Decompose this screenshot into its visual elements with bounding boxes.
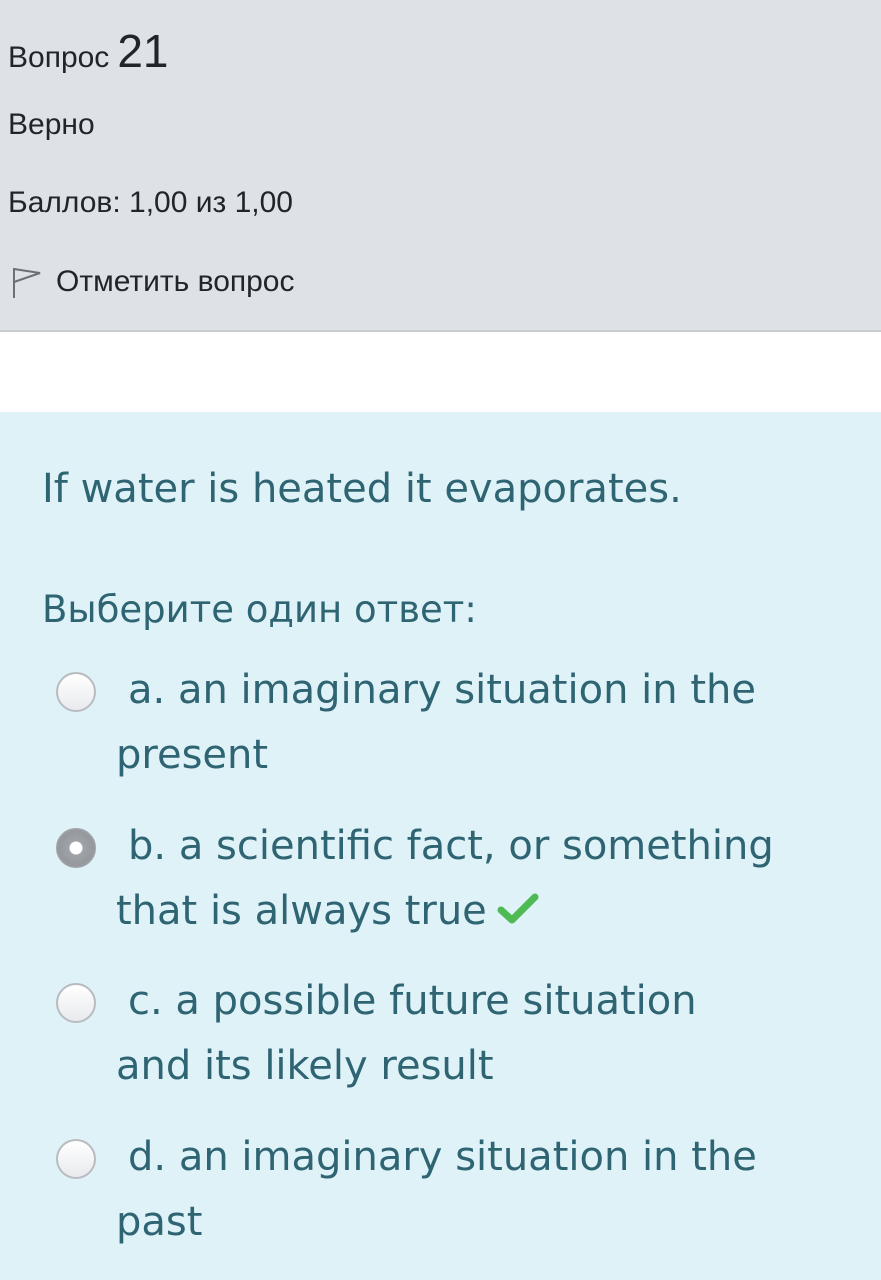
answer-option-a-text-continued: present <box>116 732 269 778</box>
answer-prompt: Выберите один ответ: <box>42 588 477 631</box>
answer-option-c-text: c. a possible future situation <box>128 978 697 1024</box>
answer-option-b-text-continued: that is always true <box>116 888 487 934</box>
answer-option-a-text: a. an imaginary situation in the <box>128 667 756 713</box>
radio-button-b[interactable] <box>56 828 96 868</box>
answer-option-c[interactable]: c. a possible future situation and its l… <box>56 975 856 1105</box>
answer-option-d-text: d. an imaginary situation in the <box>128 1134 757 1180</box>
question-number: Вопрос 21 <box>8 24 168 78</box>
flag-question-link[interactable]: Отметить вопрос <box>8 262 295 302</box>
answer-option-c-text-continued: and its likely result <box>116 1043 494 1089</box>
answer-option-b[interactable]: b. a scientific fact, or something that … <box>56 820 856 950</box>
answer-option-d[interactable]: d. an imaginary situation in the past <box>56 1131 856 1261</box>
question-label: Вопрос <box>8 41 110 74</box>
question-info-panel: Вопрос 21 Верно Баллов: 1,00 из 1,00 Отме… <box>0 0 881 332</box>
question-formulation: If water is heated it evaporates. Выбери… <box>0 412 881 1280</box>
answer-option-d-text-continued: past <box>116 1199 203 1245</box>
radio-button-a[interactable] <box>56 672 96 712</box>
answer-option-a[interactable]: a. an imaginary situation in the present <box>56 664 856 794</box>
question-text: If water is heated it evaporates. <box>42 466 682 512</box>
checkmark-icon <box>497 887 539 939</box>
radio-button-d[interactable] <box>56 1139 96 1179</box>
answer-option-b-text: b. a scientific fact, or something <box>128 823 774 869</box>
question-state: Верно <box>8 108 95 141</box>
flag-question-label: Отметить вопрос <box>56 265 295 298</box>
answer-option-b-line2: that is always true <box>116 885 539 939</box>
question-grade: Баллов: 1,00 из 1,00 <box>8 186 293 219</box>
question-number-value: 21 <box>117 25 169 77</box>
radio-button-c[interactable] <box>56 983 96 1023</box>
flag-outline-icon <box>8 264 44 300</box>
